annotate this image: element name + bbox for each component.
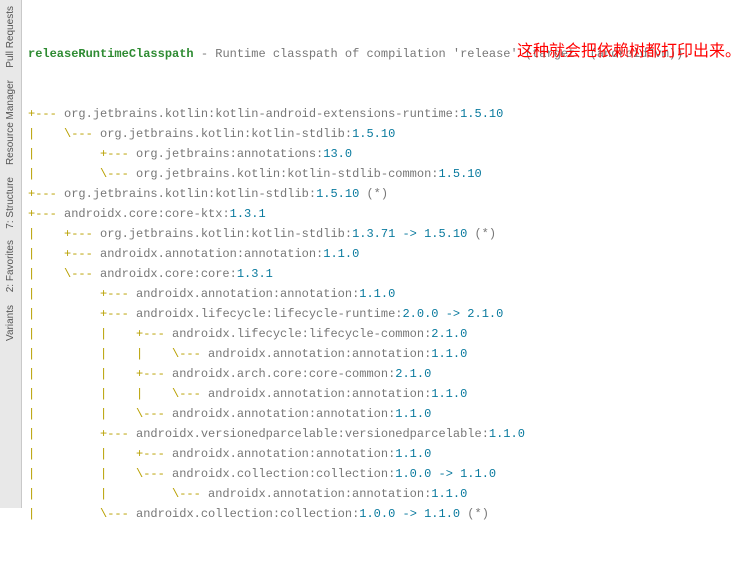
dependency-line: | \--- org.jetbrains.kotlin:kotlin-stdli…: [28, 124, 731, 144]
dependency-line: +--- org.jetbrains.kotlin:kotlin-android…: [28, 104, 731, 124]
annotation-note: 这种就会把依赖树都打印出来。也就是三方库又依赖了其他的依赖库: [517, 40, 717, 64]
side-tab-pull-requests[interactable]: Pull Requests: [3, 0, 18, 74]
dependency-line: | +--- org.jetbrains:annotations:13.0: [28, 144, 731, 164]
dependency-line: | | +--- androidx.lifecycle:lifecycle-co…: [28, 324, 731, 344]
dependency-line: +--- org.jetbrains.kotlin:kotlin-stdlib:…: [28, 184, 731, 204]
dependency-line: | | +--- androidx.annotation:annotation:…: [28, 444, 731, 464]
side-tab-favorites[interactable]: 2: Favorites: [3, 234, 18, 298]
dependency-line: | | \--- androidx.annotation:annotation:…: [28, 484, 731, 504]
dependency-line: | +--- androidx.lifecycle:lifecycle-runt…: [28, 304, 731, 324]
sidebar: Pull Requests Resource Manager 7: Struct…: [0, 0, 22, 508]
side-tab-structure[interactable]: 7: Structure: [3, 171, 18, 235]
dependency-line: | | \--- androidx.collection:collection:…: [28, 464, 731, 484]
dependency-line: +--- androidx.core:core-ktx:1.3.1: [28, 204, 731, 224]
dependency-line: | | \--- androidx.annotation:annotation:…: [28, 404, 731, 424]
dependency-line: | | | \--- androidx.annotation:annotatio…: [28, 344, 731, 364]
dependency-line: | +--- androidx.versionedparcelable:vers…: [28, 424, 731, 444]
classpath-name: releaseRuntimeClasspath: [28, 47, 194, 61]
side-tab-variants[interactable]: Variants: [3, 299, 18, 347]
dependency-line: | +--- androidx.annotation:annotation:1.…: [28, 284, 731, 304]
console-output: releaseRuntimeClasspath - Runtime classp…: [22, 0, 737, 508]
dependency-line: | \--- org.jetbrains.kotlin:kotlin-stdli…: [28, 164, 731, 184]
dependency-line: | | +--- androidx.arch.core:core-common:…: [28, 364, 731, 384]
dependency-line: | +--- androidx.annotation:annotation:1.…: [28, 244, 731, 264]
dependency-line: | | | \--- androidx.annotation:annotatio…: [28, 384, 731, 404]
dependency-tree: +--- org.jetbrains.kotlin:kotlin-android…: [28, 104, 731, 524]
side-tab-resource-manager[interactable]: Resource Manager: [3, 74, 18, 171]
dependency-line: | \--- androidx.collection:collection:1.…: [28, 504, 731, 524]
dependency-line: | +--- org.jetbrains.kotlin:kotlin-stdli…: [28, 224, 731, 244]
dependency-line: | \--- androidx.core:core:1.3.1: [28, 264, 731, 284]
